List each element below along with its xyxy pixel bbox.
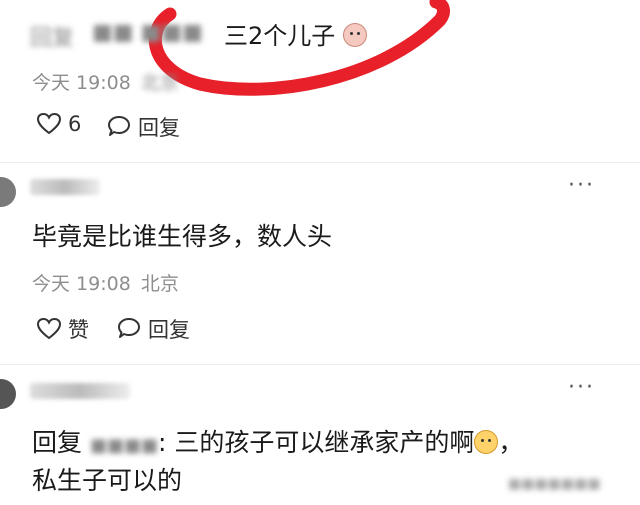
reply-prefix: 回复 xyxy=(30,26,75,51)
heart-icon xyxy=(36,112,62,135)
comment-meta: 今天 19:08 北京 xyxy=(32,269,179,296)
avatar[interactable] xyxy=(0,379,16,409)
comment-2: ■■■■ ··· 毕竟是比谁生得多，数人头 今天 19:08 北京 赞 回复 xyxy=(0,163,640,363)
comment-comma: ， xyxy=(498,428,524,457)
comment-text-line2: 私生子可以的 xyxy=(32,466,183,495)
watermark-text: ■■■■■■■ xyxy=(508,476,601,492)
comment-text: 回复 ■■■■: 三的孩子可以继承家产的啊 ， xyxy=(32,423,523,459)
comment-text: 三2个儿子 xyxy=(224,16,367,51)
reply-prefix: 回复 xyxy=(32,428,83,457)
comment-text-line1: : 三的孩子可以继承家产的啊 xyxy=(158,428,475,457)
reply-label: 回复 xyxy=(138,116,180,140)
like-button[interactable]: 6 xyxy=(36,112,81,136)
avatar[interactable] xyxy=(0,177,16,207)
reply-target-name[interactable]: ■■■■ xyxy=(90,435,158,456)
comment-1: 回复 ■■ ■■■ 三2个儿子 今天 19:08 北京 6 回复 xyxy=(0,0,640,160)
crying-face-emoji-icon xyxy=(474,430,499,454)
comment-bubble-icon xyxy=(108,116,130,136)
more-options-button[interactable]: ··· xyxy=(568,375,595,400)
comment-text-tail: 三2个儿子 xyxy=(224,22,336,50)
like-label: 赞 xyxy=(68,318,89,342)
comment-text: 毕竟是比谁生得多，数人头 xyxy=(32,222,333,251)
like-count: 6 xyxy=(68,112,82,136)
reply-label: 回复 xyxy=(148,318,190,342)
reply-target-name[interactable]: ■■ ■■■ xyxy=(92,20,203,45)
reply-button[interactable]: 回复 xyxy=(106,112,180,142)
peach-face-emoji-icon xyxy=(342,23,367,47)
comment-bubble-icon xyxy=(118,318,140,338)
username[interactable]: ■■■■■ xyxy=(30,383,130,399)
comment-time: 今天 19:08 xyxy=(32,72,131,94)
comment-location: 北京 xyxy=(140,273,179,295)
comment-time: 今天 19:08 xyxy=(32,273,131,295)
comment-meta: 今天 19:08 北京 xyxy=(32,68,179,95)
more-options-button[interactable]: ··· xyxy=(568,173,595,198)
heart-icon xyxy=(36,317,62,340)
like-button[interactable]: 赞 xyxy=(36,314,89,344)
reply-button[interactable]: 回复 xyxy=(116,314,190,344)
username[interactable]: ■■■■ xyxy=(30,179,100,195)
comment-location: 北京 xyxy=(140,72,179,94)
